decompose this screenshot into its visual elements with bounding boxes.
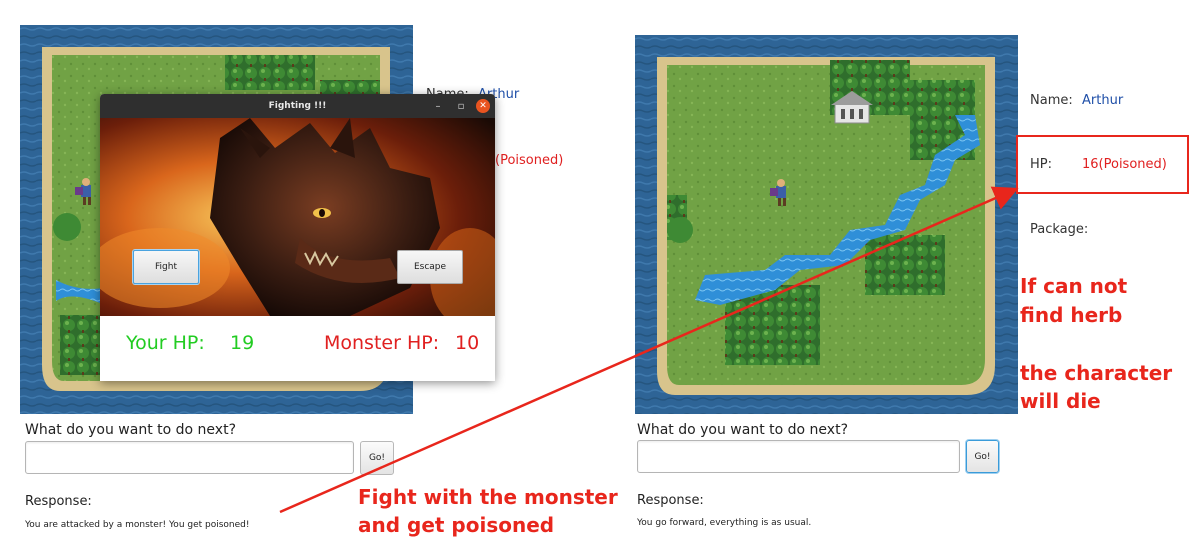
annotation-fight-line1: Fight with the monster	[358, 485, 618, 509]
annotation-die-line1: the character	[1020, 361, 1173, 385]
annotation-herb-line1: If can not	[1020, 274, 1128, 298]
annotation-die-line2: will die	[1020, 389, 1101, 413]
annotation-fight-line2: and get poisoned	[358, 513, 555, 537]
annotation-herb-line2: find herb	[1020, 303, 1123, 327]
